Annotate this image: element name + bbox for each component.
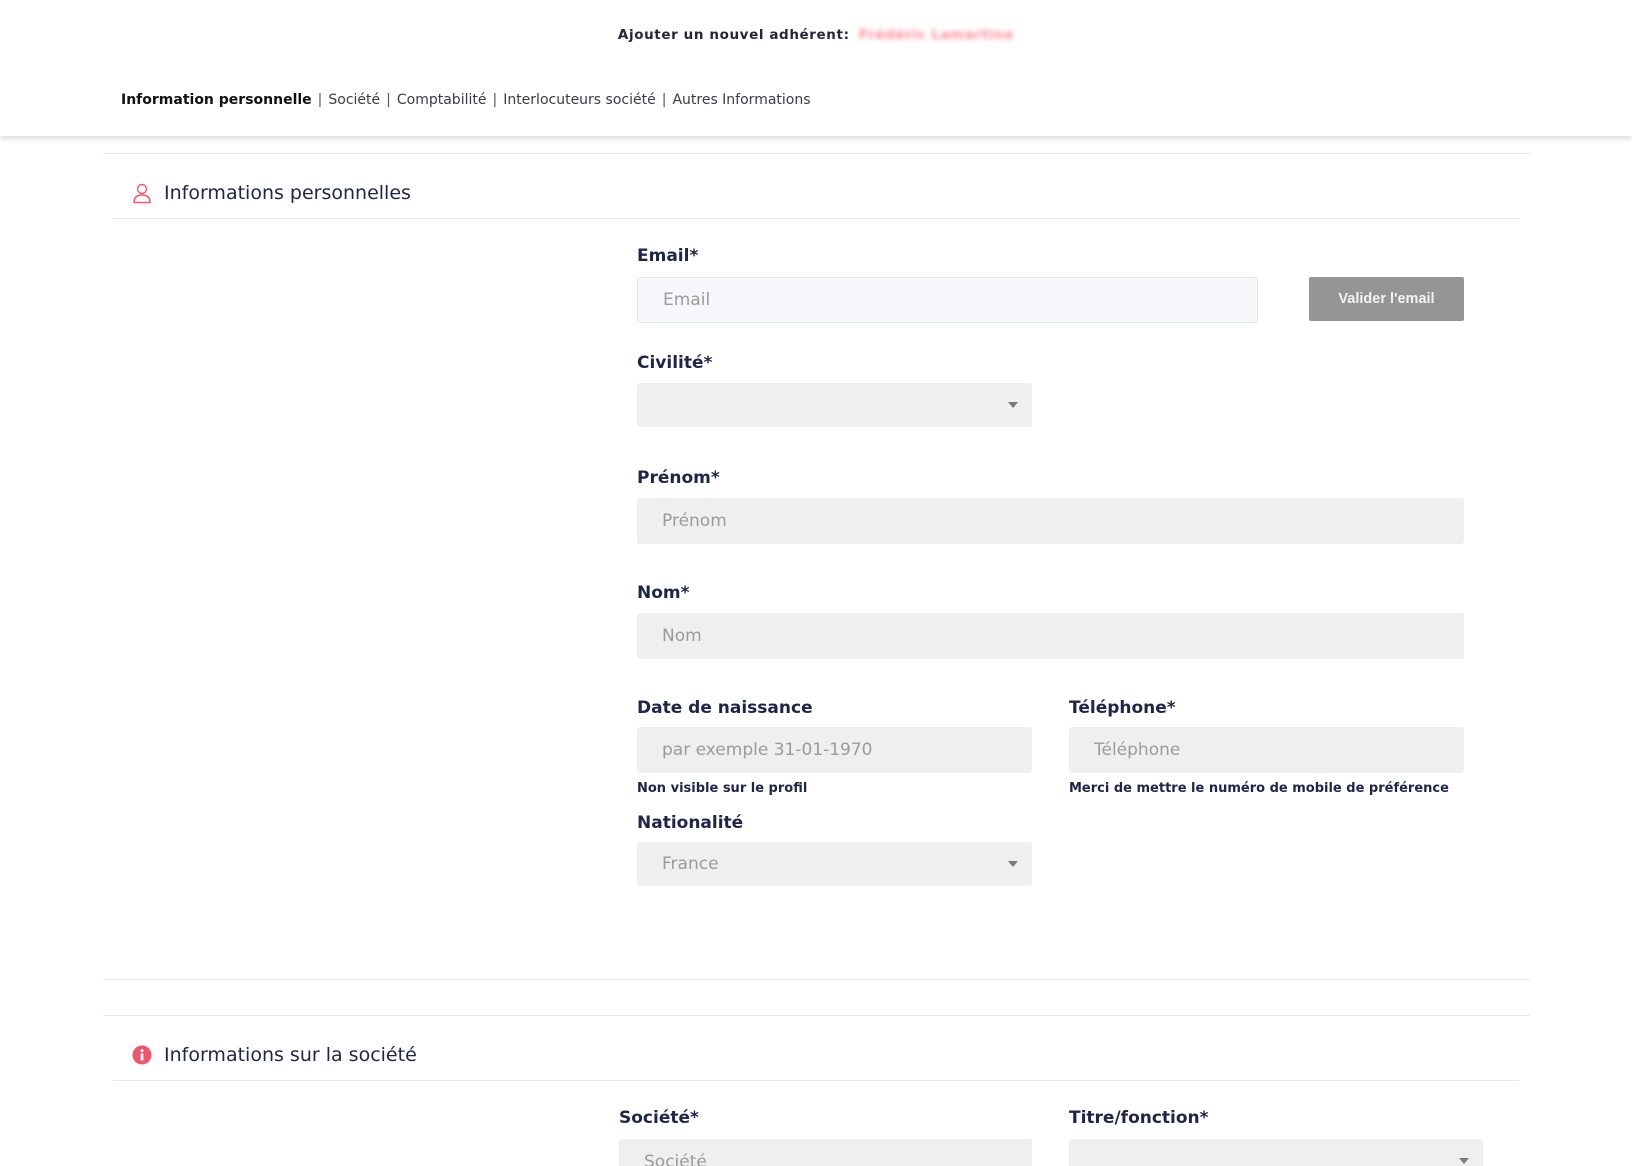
- divider: [103, 153, 1530, 154]
- email-field[interactable]: Email: [637, 277, 1258, 323]
- civility-select[interactable]: [637, 383, 1032, 427]
- tab-company[interactable]: Société: [328, 92, 380, 108]
- tab-separator: |: [386, 92, 391, 108]
- tab-personal-info[interactable]: Information personnelle: [121, 92, 312, 108]
- tab-separator: |: [492, 92, 498, 108]
- personal-section-title: Informations personnelles: [132, 182, 411, 204]
- tab-company-contacts[interactable]: Interlocuteurs société: [503, 92, 656, 108]
- info-circle-icon: [132, 1045, 152, 1065]
- phone-field[interactable]: Téléphone: [1069, 727, 1464, 773]
- birth-date-label: Date de naissance: [637, 698, 813, 718]
- job-title-select[interactable]: [1069, 1139, 1483, 1166]
- phone-help: Merci de mettre le numéro de mobile de p…: [1069, 781, 1449, 796]
- first-name-placeholder: Prénom: [662, 511, 727, 531]
- first-name-label: Prénom*: [637, 468, 720, 488]
- company-section-title-text: Informations sur la société: [164, 1044, 417, 1066]
- nationality-value: France: [662, 854, 719, 874]
- first-name-field[interactable]: Prénom: [637, 498, 1464, 544]
- validate-email-button[interactable]: Valider l'email: [1309, 277, 1464, 321]
- page-title: Ajouter un nouvel adhérent: Frédéric Lam…: [0, 27, 1632, 43]
- civility-label: Civilité*: [637, 353, 713, 373]
- divider: [103, 979, 1530, 980]
- tab-other-info[interactable]: Autres Informations: [672, 92, 810, 108]
- tab-separator: |: [317, 92, 323, 108]
- company-placeholder: Société: [644, 1152, 707, 1166]
- divider: [113, 218, 1519, 219]
- divider: [113, 1080, 1519, 1081]
- email-placeholder: Email: [663, 290, 711, 310]
- divider: [103, 1015, 1530, 1016]
- email-label: Email*: [637, 246, 699, 266]
- job-title-label: Titre/fonction*: [1069, 1108, 1209, 1128]
- tab-accounting[interactable]: Comptabilité: [397, 92, 487, 108]
- tab-separator: |: [661, 92, 667, 108]
- top-header: Ajouter un nouvel adhérent: Frédéric Lam…: [0, 0, 1632, 136]
- member-name: Frédéric Lamartine: [858, 27, 1015, 43]
- birth-date-placeholder: par exemple 31-01-1970: [662, 740, 873, 760]
- nationality-label: Nationalité: [637, 813, 744, 833]
- section-tabs: Information personnelle | Société | Comptabi…: [121, 92, 811, 108]
- company-label: Société*: [619, 1108, 699, 1128]
- last-name-label: Nom*: [637, 583, 690, 603]
- user-icon: [133, 183, 151, 204]
- company-field[interactable]: Société: [619, 1139, 1032, 1166]
- chevron-down-icon: [1459, 1158, 1469, 1164]
- chevron-down-icon: [1008, 402, 1018, 408]
- last-name-placeholder: Nom: [662, 626, 702, 646]
- personal-section-title-text: Informations personnelles: [164, 182, 411, 204]
- birth-date-field[interactable]: par exemple 31-01-1970: [637, 727, 1032, 773]
- birth-date-help: Non visible sur le profil: [637, 781, 808, 796]
- last-name-field[interactable]: Nom: [637, 613, 1464, 659]
- page-title-text: Ajouter un nouvel adhérent:: [617, 27, 850, 43]
- company-section-title: Informations sur la société: [132, 1044, 417, 1066]
- phone-placeholder: Téléphone: [1094, 740, 1181, 760]
- nationality-select[interactable]: France: [637, 842, 1032, 886]
- phone-label: Téléphone*: [1069, 698, 1176, 718]
- chevron-down-icon: [1008, 861, 1018, 867]
